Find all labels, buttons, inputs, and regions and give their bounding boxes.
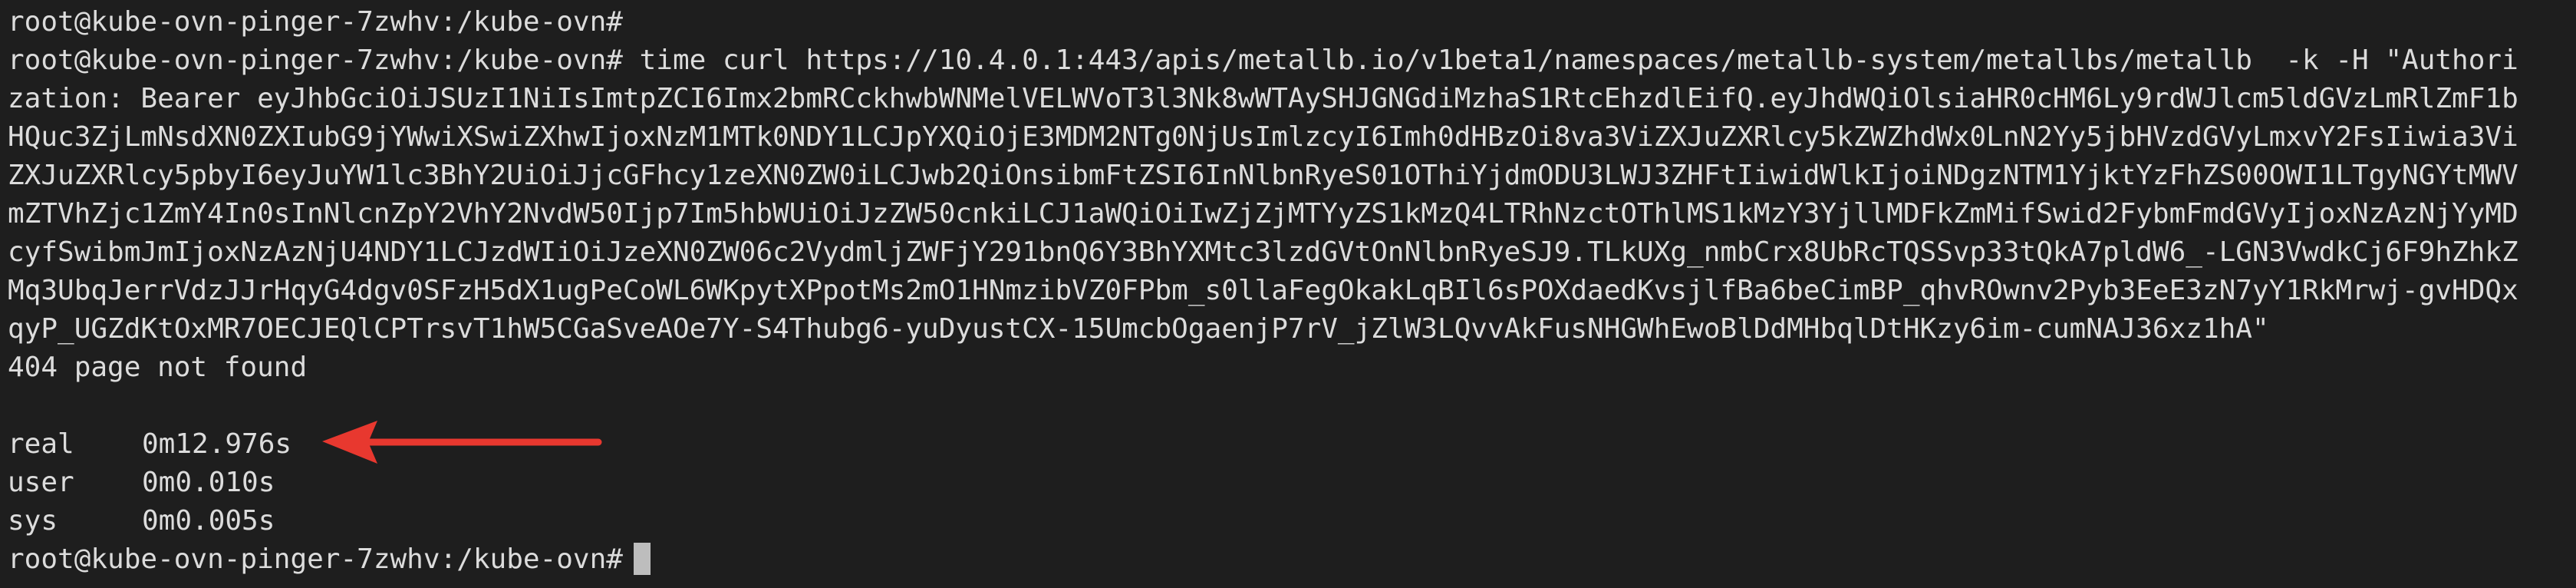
timing-value: 0m0.005s — [142, 505, 275, 537]
timing-real: real 0m12.976s — [8, 425, 2576, 464]
command-continuation-line: ZXJuZXRlcy5pbyI6eyJuYW1lc3BhY2UiOiJjcGFh… — [8, 160, 2518, 191]
prompt-line: root@kube-ovn-pinger-7zwhv:/kube-ovn# — [8, 6, 623, 38]
output-line: 404 page not found — [8, 352, 308, 383]
timing-value: 0m12.976s — [142, 428, 292, 460]
timing-label: user — [8, 467, 74, 498]
timing-value: 0m0.010s — [142, 467, 275, 498]
terminal-window[interactable]: root@kube-ovn-pinger-7zwhv:/kube-ovn# ro… — [0, 0, 2576, 588]
command-line: root@kube-ovn-pinger-7zwhv:/kube-ovn# ti… — [8, 45, 2518, 76]
timing-sys: sys 0m0.005s — [8, 502, 2576, 540]
timing-label: sys — [8, 505, 58, 537]
command-continuation-line: qyP_UGZdKtOxMR7OECJEQlCPTrsvT1hW5CGaSveA… — [8, 313, 2269, 345]
final-prompt-line[interactable]: root@kube-ovn-pinger-7zwhv:/kube-ovn# — [8, 540, 2576, 579]
command-continuation-line: mZTVhZjc1ZmY4In0sInNlcnZpY2VhY2NvdW50Ijp… — [8, 198, 2518, 230]
command-continuation-line: Mq3UbqJerrVdzJJrHqyG4dgv0SFzH5dX1ugPeCoW… — [8, 275, 2518, 306]
final-prompt: root@kube-ovn-pinger-7zwhv:/kube-ovn# — [8, 543, 623, 575]
text-cursor — [633, 543, 651, 575]
command-continuation-line: HQuc3ZjLmNsdXN0ZXIubG9jYWwiXSwiZXhwIjoxN… — [8, 121, 2518, 153]
command-continuation-line: cyfSwibmJmIjoxNzAzNjU4NDY1LCJzdWIiOiJzeX… — [8, 236, 2518, 268]
timing-user: user 0m0.010s — [8, 464, 2576, 502]
timing-label: real — [8, 428, 74, 460]
command-continuation-line: zation: Bearer eyJhbGciOiJSUzI1NiIsImtpZ… — [8, 83, 2518, 114]
